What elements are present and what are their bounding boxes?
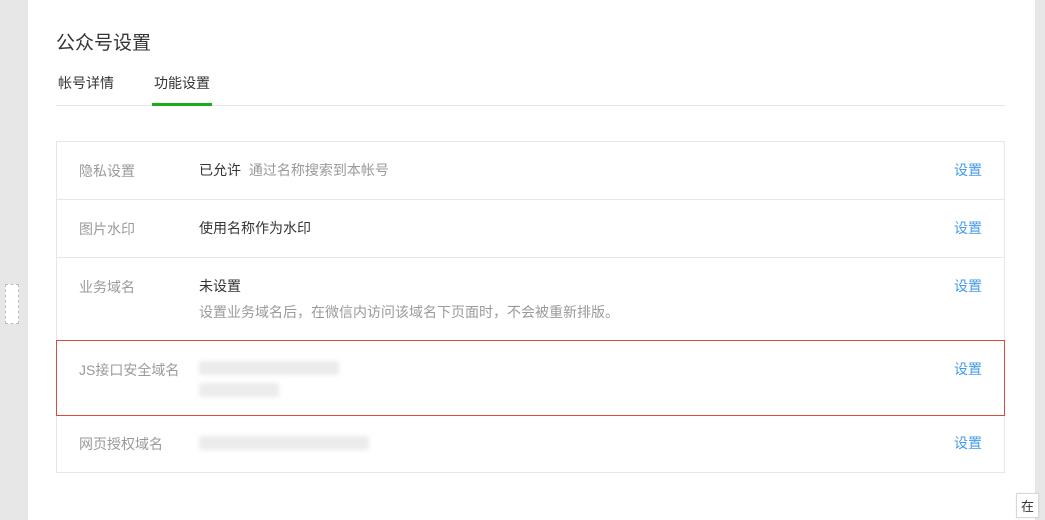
decorative-sliver — [5, 284, 19, 324]
watermark-value: 使用名称作为水印 — [199, 220, 311, 236]
page-title: 公众号设置 — [56, 28, 1005, 55]
tab-function-settings[interactable]: 功能设置 — [152, 73, 212, 105]
privacy-settings-link[interactable]: 设置 — [954, 162, 982, 178]
row-privacy: 隐私设置 已允许 通过名称搜索到本帐号 设置 — [57, 142, 1004, 200]
tabs-bar: 帐号详情 功能设置 — [56, 73, 1005, 106]
row-js-domain: JS接口安全域名 设置 — [56, 340, 1005, 416]
row-label-privacy: 隐私设置 — [79, 160, 199, 181]
redacted-value — [199, 436, 369, 450]
settings-panel: 公众号设置 帐号详情 功能设置 隐私设置 已允许 通过名称搜索到本帐号 设置 图… — [28, 0, 1035, 520]
settings-list: 隐私设置 已允许 通过名称搜索到本帐号 设置 图片水印 使用名称作为水印 设置 … — [56, 141, 1005, 473]
ime-candidate: 在 — [1016, 493, 1039, 518]
row-label-oauth-domain: 网页授权域名 — [79, 433, 199, 454]
row-label-watermark: 图片水印 — [79, 218, 199, 239]
js-domain-settings-link[interactable]: 设置 — [954, 361, 982, 377]
row-label-js-domain: JS接口安全域名 — [79, 359, 199, 380]
row-oauth-domain: 网页授权域名 设置 — [57, 415, 1004, 472]
row-watermark: 图片水印 使用名称作为水印 设置 — [57, 200, 1004, 258]
redacted-value — [199, 383, 279, 397]
biz-domain-settings-link[interactable]: 设置 — [954, 278, 982, 294]
watermark-settings-link[interactable]: 设置 — [954, 220, 982, 236]
row-label-biz-domain: 业务域名 — [79, 276, 199, 297]
privacy-status-desc: 通过名称搜索到本帐号 — [249, 162, 389, 178]
tab-account-details[interactable]: 帐号详情 — [56, 73, 116, 105]
privacy-status: 已允许 — [199, 162, 241, 178]
biz-domain-value: 未设置 — [199, 276, 934, 296]
redacted-value — [199, 361, 339, 375]
biz-domain-desc: 设置业务域名后，在微信内访问该域名下页面时，不会被重新排版。 — [199, 302, 934, 322]
oauth-domain-settings-link[interactable]: 设置 — [954, 435, 982, 451]
row-biz-domain: 业务域名 未设置 设置业务域名后，在微信内访问该域名下页面时，不会被重新排版。 … — [57, 258, 1004, 341]
